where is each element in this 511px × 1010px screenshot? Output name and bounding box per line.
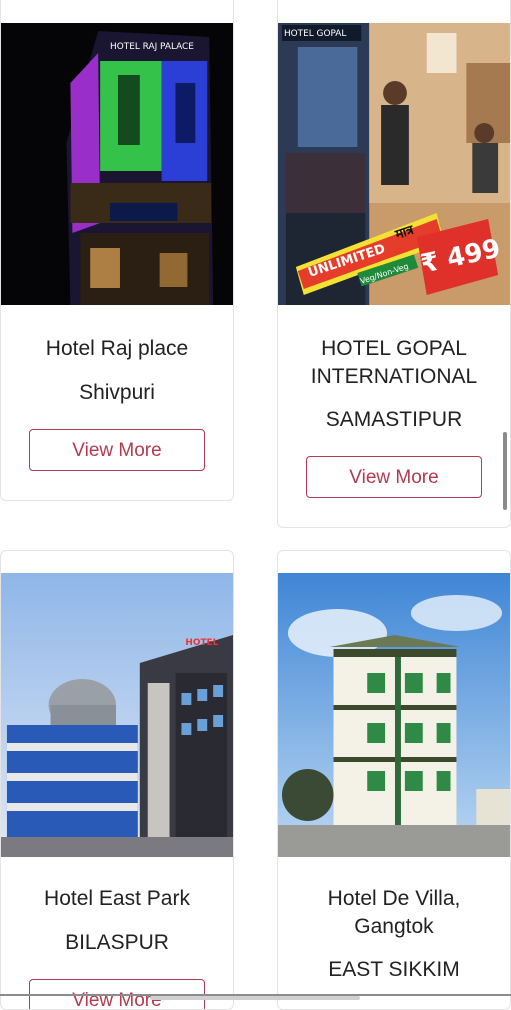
- hotel-raj-palace-image: HOTEL RAJ PALACE: [1, 23, 233, 305]
- hotel-card[interactable]: Hotel De Villa, Gangtok EAST SIKKIM: [277, 550, 511, 1010]
- hotel-photo[interactable]: [278, 573, 510, 857]
- hotel-card[interactable]: HOTEL RAJ PALACE Hotel Raj place Shivpur…: [0, 0, 234, 501]
- scrollbar-thumb[interactable]: [503, 432, 507, 510]
- hotel-east-park-image: HOTEL: [1, 573, 233, 857]
- hotel-photo[interactable]: HOTEL RAJ PALACE: [1, 23, 233, 305]
- hotel-gopal-image: HOTEL GOPAL UNLIMITED मात्र Veg/Non-Veg …: [278, 23, 510, 305]
- hotel-city: Shivpuri: [79, 381, 155, 404]
- hotel-name: Hotel East Park: [44, 887, 190, 910]
- hotel-city: BILASPUR: [65, 931, 169, 954]
- hotel-city: SAMASTIPUR: [325, 408, 463, 431]
- hotel-name: Hotel Raj place: [45, 337, 189, 360]
- hotel-de-villa-image: [278, 573, 510, 857]
- hotel-card[interactable]: HOTEL GOPAL UNLIMITED मात्र Veg/Non-Veg …: [277, 0, 511, 528]
- hotel-city: EAST SIKKIM: [328, 958, 460, 981]
- view-more-button[interactable]: View More: [29, 429, 205, 471]
- view-more-button[interactable]: View More: [306, 456, 482, 498]
- hotel-photo[interactable]: HOTEL: [1, 573, 233, 857]
- gopal-sign-text: HOTEL GOPAL: [284, 29, 346, 39]
- east-park-sign-text: HOTEL: [185, 638, 218, 648]
- hotel-name: Hotel De Villa, Gangtok: [327, 887, 461, 938]
- home-indicator: [150, 996, 360, 1000]
- hotel-photo[interactable]: HOTEL GOPAL UNLIMITED मात्र Veg/Non-Veg …: [278, 23, 510, 305]
- raj-palace-sign-text: HOTEL RAJ PALACE: [110, 42, 194, 52]
- hotel-name: HOTEL GOPAL INTERNATIONAL: [310, 337, 478, 388]
- hotel-card[interactable]: HOTEL Hotel East Park BILASPUR View More: [0, 550, 234, 1010]
